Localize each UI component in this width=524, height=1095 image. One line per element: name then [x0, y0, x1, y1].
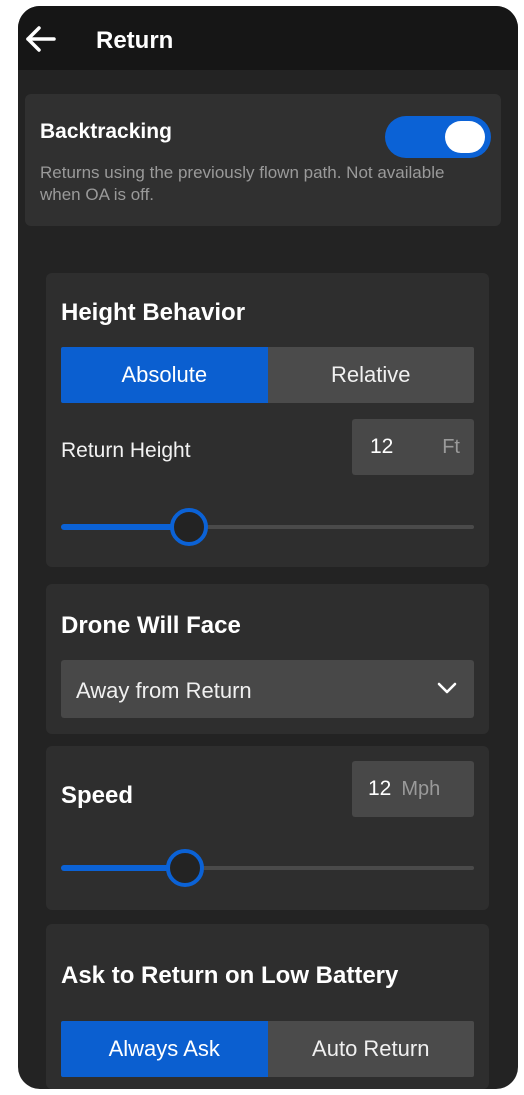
relative-option[interactable]: Relative	[267, 347, 474, 403]
backtracking-description: Returns using the previously flown path.…	[40, 163, 445, 204]
speed-value: 12	[368, 777, 392, 800]
arrow-left-icon[interactable]	[24, 24, 58, 54]
speed-title: Speed	[61, 782, 134, 809]
backtracking-toggle[interactable]	[385, 116, 491, 158]
height-behavior-card: Height Behavior Absolute Relative Return…	[46, 273, 489, 567]
return-height-field[interactable]: 12 Ft	[352, 419, 474, 475]
backtracking-card: Backtracking Returns using the previousl…	[25, 94, 501, 226]
speed-unit: Mph	[401, 777, 441, 800]
header-bar: Return	[18, 6, 518, 70]
absolute-option[interactable]: Absolute	[61, 347, 268, 403]
height-behavior-title: Height Behavior	[61, 299, 246, 326]
drone-face-dropdown[interactable]: Away from Return	[61, 660, 474, 718]
chevron-down-icon	[437, 682, 457, 694]
low-battery-title: Ask to Return on Low Battery	[61, 962, 399, 989]
speed-card: Speed 12 Mph	[46, 746, 489, 910]
drone-face-card: Drone Will Face Away from Return	[46, 584, 489, 734]
return-height-value: 12	[370, 435, 394, 458]
return-height-slider[interactable]	[61, 507, 474, 547]
speed-slider[interactable]	[61, 848, 474, 888]
backtracking-label: Backtracking	[40, 120, 172, 143]
page-title: Return	[96, 27, 174, 54]
drone-face-title: Drone Will Face	[61, 612, 241, 639]
slider-thumb[interactable]	[165, 849, 204, 887]
speed-field[interactable]: 12 Mph	[352, 761, 474, 817]
return-settings-screen: Return Backtracking Returns using the pr…	[18, 6, 518, 1089]
return-height-unit: Ft	[442, 435, 460, 458]
slider-thumb[interactable]	[170, 508, 209, 546]
low-battery-segmented-control: Always Ask Auto Return	[61, 1021, 474, 1077]
drone-face-selected: Away from Return	[76, 678, 252, 703]
return-height-label: Return Height	[61, 439, 191, 462]
toggle-knob	[445, 121, 485, 153]
auto-return-option[interactable]: Auto Return	[267, 1021, 474, 1077]
low-battery-card: Ask to Return on Low Battery Always Ask …	[46, 924, 489, 1089]
always-ask-option[interactable]: Always Ask	[61, 1021, 268, 1077]
height-behavior-segmented-control: Absolute Relative	[61, 347, 474, 403]
